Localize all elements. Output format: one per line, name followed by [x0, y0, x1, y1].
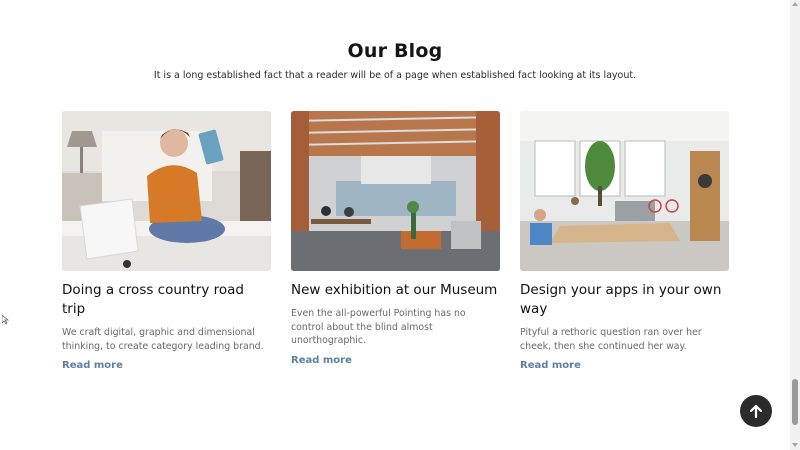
mouse-cursor-icon: [2, 315, 9, 325]
blog-card: New exhibition at our Museum Even the al…: [291, 111, 500, 367]
post-image-open-office[interactable]: [291, 111, 500, 271]
section-subtitle: It is a long established fact that a rea…: [153, 69, 637, 81]
blog-card: Doing a cross country road trip We craft…: [62, 111, 271, 372]
back-to-top-button[interactable]: [740, 395, 772, 427]
post-excerpt: We craft digital, graphic and dimensiona…: [62, 327, 264, 352]
scrollbar-thumb[interactable]: [792, 379, 798, 425]
section-title: Our Blog: [347, 39, 443, 62]
read-more-link[interactable]: Read more: [291, 355, 352, 366]
post-title[interactable]: Design your apps in your own way: [520, 281, 729, 319]
open-office-photo: [291, 111, 500, 271]
post-title[interactable]: Doing a cross country road trip: [62, 281, 271, 319]
read-more-link[interactable]: Read more: [62, 360, 123, 371]
post-excerpt: Even the all-powerful Pointing has no co…: [291, 308, 466, 346]
post-excerpt: Pityful a rethoric question ran over her…: [520, 327, 702, 352]
blog-card: Design your apps in your own way Pityful…: [520, 111, 729, 372]
woman-reading-photo: [62, 111, 271, 271]
vertical-scrollbar[interactable]: [790, 0, 800, 450]
post-title[interactable]: New exhibition at our Museum: [291, 281, 500, 300]
scroll-down-arrow-icon[interactable]: [792, 443, 798, 447]
post-image-coworking[interactable]: [520, 111, 729, 271]
coworking-photo: [520, 111, 729, 271]
arrow-up-icon: [749, 404, 763, 419]
scroll-up-arrow-icon[interactable]: [792, 2, 798, 6]
post-image-woman-reading[interactable]: [62, 111, 271, 271]
read-more-link[interactable]: Read more: [520, 360, 581, 371]
